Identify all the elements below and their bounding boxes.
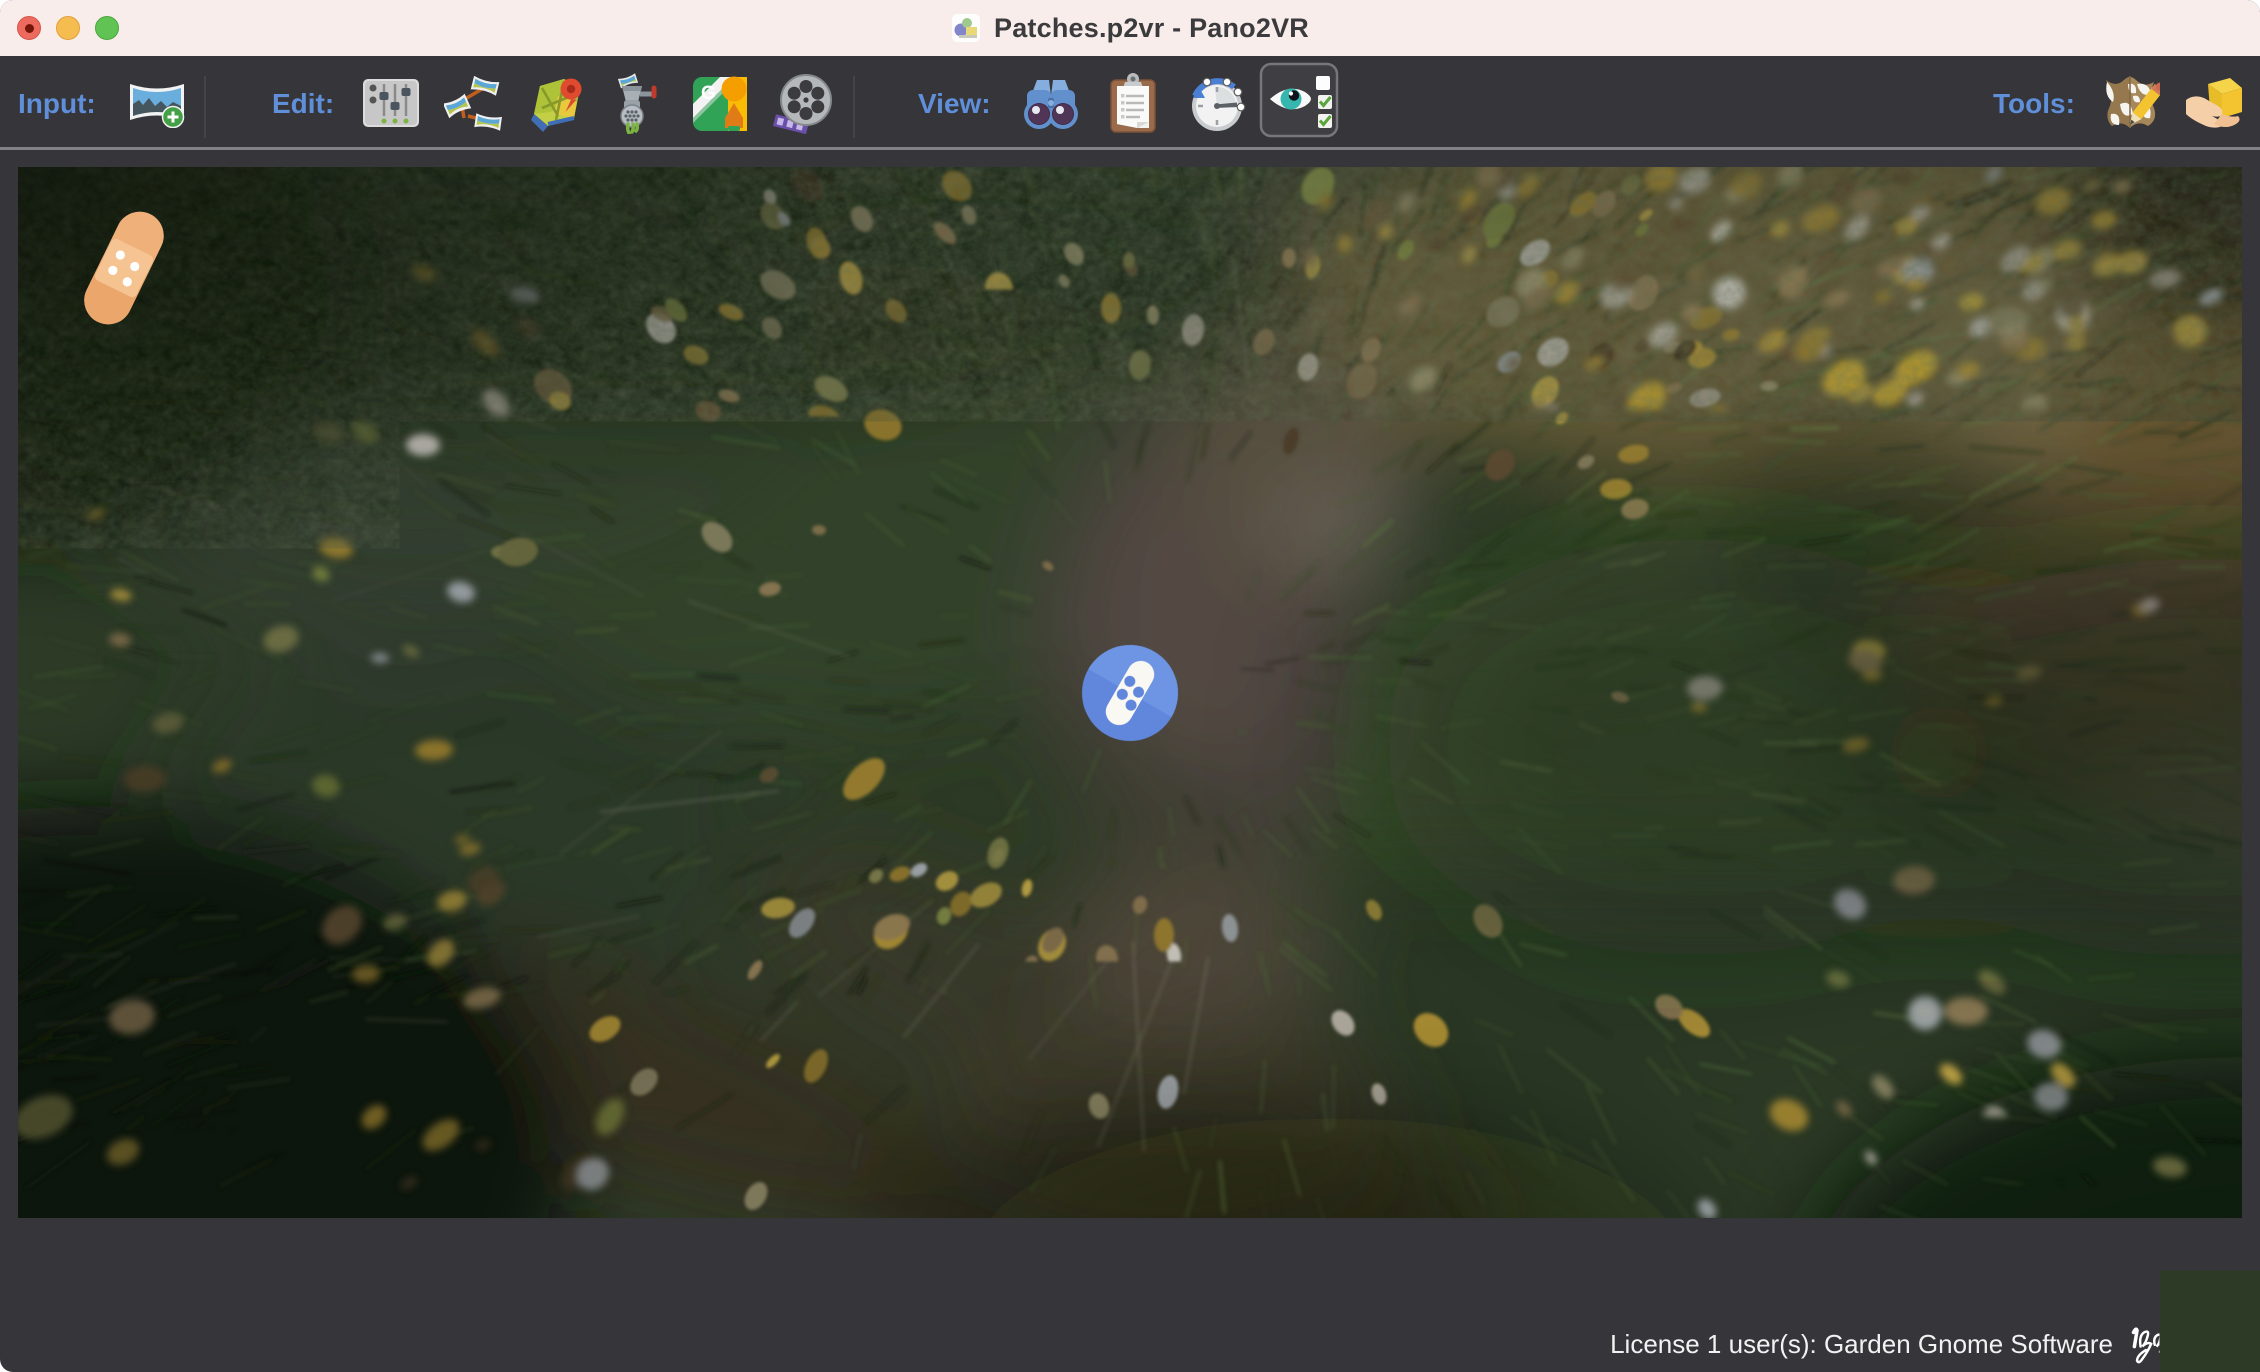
svg-text:G: G: [701, 83, 716, 104]
